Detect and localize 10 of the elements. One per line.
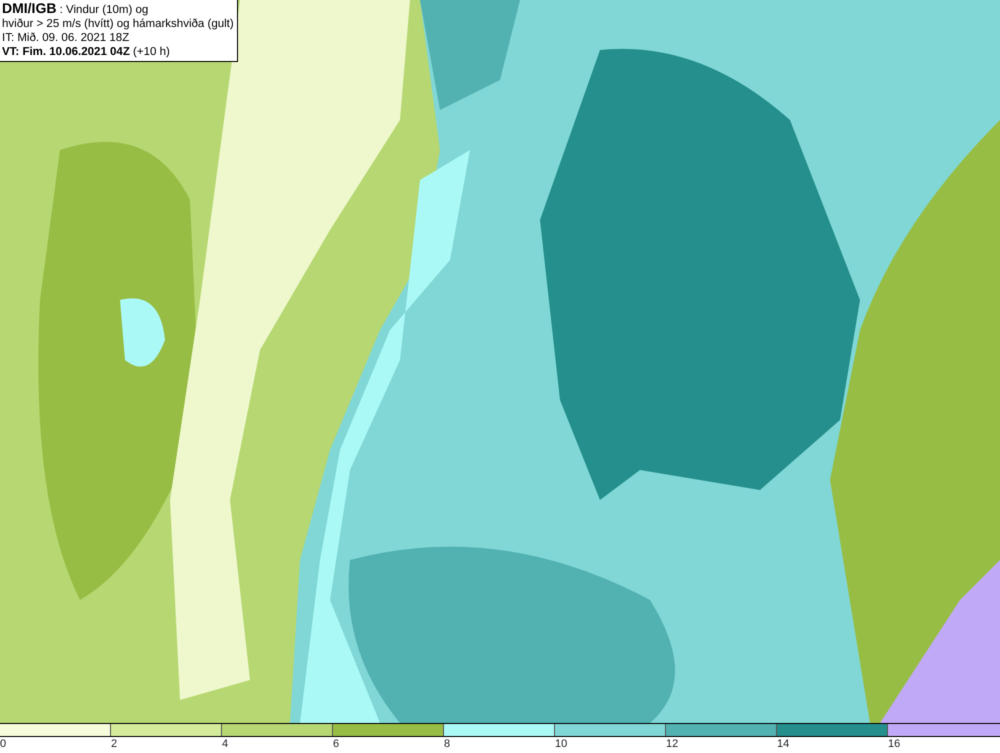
legend-label: 14 [777, 738, 790, 750]
map-caption: DMI/IGB : Vindur (10m) og hviður > 25 m/s (hvítt) og hámarkshviða (gult) IT: Mið. 09. 06. 2021 18Z VT: Fim. 10.06.2021 04Z (+10 h) [0, 0, 238, 62]
legend-label: 12 [666, 738, 678, 750]
legend-label: 6 [333, 738, 340, 750]
legend-label: 2 [111, 738, 118, 750]
legend-label: 4 [222, 738, 228, 750]
legend-label: 16 [888, 738, 900, 750]
legend-label: 0 [0, 738, 6, 750]
legend-label: 10 [555, 738, 568, 750]
legend-label: 8 [444, 738, 450, 750]
